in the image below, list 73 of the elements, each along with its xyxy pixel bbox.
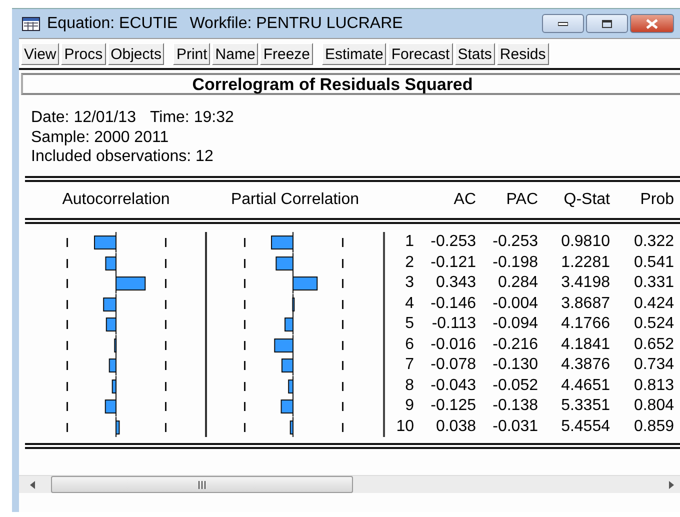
toolbar-button[interactable]: Estimate <box>322 43 386 65</box>
sample-text: Sample: 2000 2011 <box>31 128 169 146</box>
lag-cell: 3 <box>405 274 414 291</box>
toolbar-button[interactable]: Procs <box>61 43 106 65</box>
ac-cell: -0.125 <box>430 397 476 414</box>
ac-cell: 0.343 <box>436 274 476 292</box>
column-header: Prob <box>640 191 674 208</box>
q-stat-cell: 5.4554 <box>561 418 610 435</box>
toolbar-button[interactable]: Name <box>212 43 258 65</box>
q-stat-cell: 5.3351 <box>561 397 610 414</box>
q-stat-cell: 4.4651 <box>561 376 610 394</box>
prob-cell: 0.859 <box>634 418 674 435</box>
ac-cell: -0.078 <box>430 356 476 374</box>
toolbar-button[interactable]: View <box>21 43 60 65</box>
lag-cell: 6 <box>405 336 414 352</box>
observations-text: Included observations: 12 <box>31 148 214 165</box>
view-header: Correlogram of Residuals Squared <box>21 73 680 95</box>
lag-cell: 8 <box>405 376 414 394</box>
q-stat-cell: 4.1841 <box>561 336 610 353</box>
pac-cell: -0.031 <box>492 418 538 435</box>
pac-cell: -0.094 <box>492 315 538 332</box>
ac-cell: -0.253 <box>430 233 476 250</box>
q-stat-cell: 4.3876 <box>561 356 610 374</box>
column-header: AC <box>454 191 476 208</box>
prob-cell: 0.322 <box>634 233 674 250</box>
toolbar-button[interactable]: Freeze <box>260 43 313 65</box>
prob-cell: 0.541 <box>634 254 674 271</box>
lag-cell: 2 <box>405 254 414 270</box>
prob-cell: 0.424 <box>634 294 674 312</box>
column-header: PAC <box>506 191 538 208</box>
lag-cell: 5 <box>405 315 414 332</box>
pac-cell: -0.130 <box>492 356 538 374</box>
column-header: Q-Stat <box>564 191 610 208</box>
ac-cell: -0.146 <box>430 294 476 312</box>
prob-cell: 0.524 <box>634 315 674 332</box>
prob-cell: 0.804 <box>634 397 674 414</box>
prob-cell: 0.331 <box>634 274 674 292</box>
ac-cell: -0.113 <box>432 315 476 332</box>
date-text: Date: 12/01/13 <box>31 109 136 126</box>
pac-cell: -0.138 <box>492 397 538 414</box>
q-stat-cell: 1.2281 <box>561 254 610 271</box>
ac-cell: -0.016 <box>430 336 476 353</box>
q-stat-cell: 3.8687 <box>561 294 610 312</box>
pac-cell: -0.253 <box>492 233 538 250</box>
q-stat-cell: 3.4198 <box>561 274 610 292</box>
column-header: Autocorrelation <box>62 191 170 208</box>
ac-cell: 0.038 <box>436 418 476 435</box>
prob-cell: 0.652 <box>634 336 674 353</box>
lag-cell: 10 <box>396 418 414 434</box>
prob-cell: 0.734 <box>634 356 674 374</box>
pac-cell: -0.052 <box>492 376 538 394</box>
lag-cell: 4 <box>405 294 414 312</box>
prob-cell: 0.813 <box>634 376 674 394</box>
toolbar-button[interactable]: Forecast <box>388 43 453 65</box>
window-title: Equation: ECUTIE <box>47 14 178 32</box>
pac-cell: -0.004 <box>492 294 538 312</box>
lag-cell: 1 <box>405 233 414 250</box>
pac-cell: -0.216 <box>492 336 538 353</box>
q-stat-cell: 4.1766 <box>561 315 610 332</box>
pac-cell: -0.198 <box>492 254 538 271</box>
ac-cell: -0.043 <box>430 376 476 394</box>
ac-cell: -0.121 <box>430 254 476 271</box>
lag-cell: 7 <box>405 356 414 373</box>
pac-cell: 0.284 <box>498 274 538 292</box>
toolbar-button[interactable]: Stats <box>454 43 495 65</box>
time-text: Time: 19:32 <box>150 109 234 126</box>
toolbar-button[interactable]: Objects <box>108 43 164 65</box>
toolbar-button[interactable]: Print <box>173 43 210 65</box>
q-stat-cell: 0.9810 <box>561 233 610 250</box>
lag-cell: 9 <box>405 397 414 414</box>
column-header: Partial Correlation <box>230 191 360 208</box>
workfile-name: Workfile: PENTRU LUCRARE <box>190 14 403 32</box>
toolbar-button[interactable]: Resids <box>496 43 549 65</box>
